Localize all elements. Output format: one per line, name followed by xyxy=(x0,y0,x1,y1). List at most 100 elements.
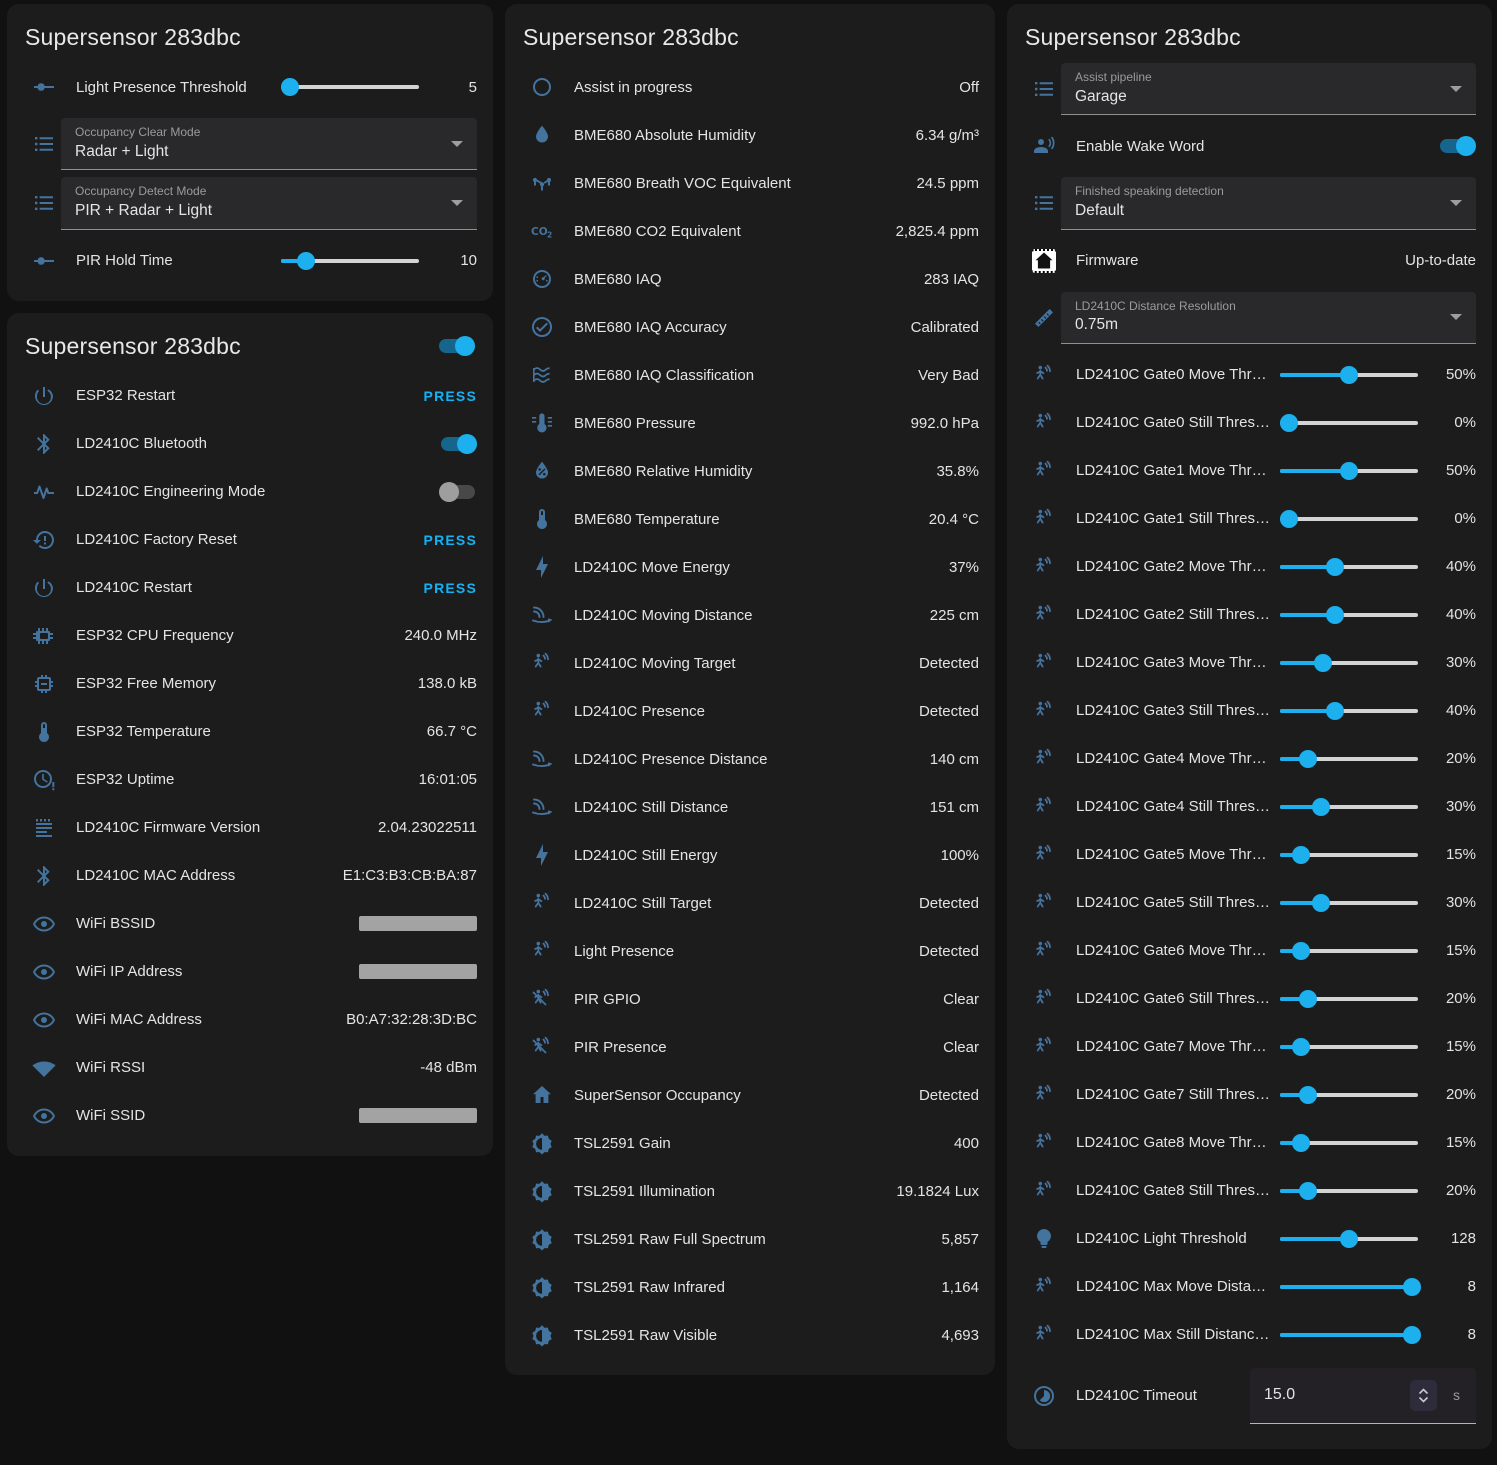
slider[interactable] xyxy=(281,77,419,97)
entity-name[interactable]: WiFi BSSID xyxy=(76,915,347,932)
entity-name[interactable]: LD2410C Gate3 Move Thr… xyxy=(1076,654,1272,671)
slider[interactable] xyxy=(1280,1133,1418,1153)
entity-name[interactable]: TSL2591 Raw Visible xyxy=(574,1327,929,1344)
entity-name[interactable]: TSL2591 Raw Full Spectrum xyxy=(574,1231,929,1248)
chevron-down-icon[interactable] xyxy=(1450,314,1462,320)
entity-name[interactable]: LD2410C Gate2 Still Thres… xyxy=(1076,606,1272,623)
slider[interactable] xyxy=(281,251,419,271)
press-button[interactable]: PRESS xyxy=(424,532,477,548)
slider[interactable] xyxy=(1280,941,1418,961)
entity-name[interactable]: Light Presence xyxy=(574,943,907,960)
slider[interactable] xyxy=(1280,605,1418,625)
entity-name[interactable]: LD2410C Restart xyxy=(76,579,424,596)
entity-name[interactable]: LD2410C Light Threshold xyxy=(1076,1230,1272,1247)
entity-name[interactable]: LD2410C Gate7 Still Thres… xyxy=(1076,1086,1272,1103)
entity-name[interactable]: LD2410C Gate0 Still Thres… xyxy=(1076,414,1272,431)
entity-name[interactable]: ESP32 Restart xyxy=(76,387,424,404)
chevron-down-icon[interactable] xyxy=(1450,86,1462,92)
entity-name[interactable]: LD2410C Still Target xyxy=(574,895,907,912)
entity-name[interactable]: WiFi IP Address xyxy=(76,963,347,980)
entity-name[interactable]: LD2410C Move Energy xyxy=(574,559,937,576)
entity-name[interactable]: LD2410C Presence xyxy=(574,703,907,720)
entity-name[interactable]: LD2410C Gate4 Still Thres… xyxy=(1076,798,1272,815)
slider[interactable] xyxy=(1280,509,1418,529)
entity-toggle[interactable] xyxy=(1438,136,1476,156)
slider[interactable] xyxy=(1280,1325,1418,1345)
stepper[interactable] xyxy=(1410,1380,1437,1411)
entity-name[interactable]: BME680 IAQ xyxy=(574,271,912,288)
slider[interactable] xyxy=(1280,1277,1418,1297)
entity-name[interactable]: LD2410C Timeout xyxy=(1076,1387,1250,1404)
entity-name[interactable]: LD2410C Gate4 Move Thr… xyxy=(1076,750,1272,767)
entity-name[interactable]: ESP32 Free Memory xyxy=(76,675,406,692)
chevron-down-icon[interactable] xyxy=(451,141,463,147)
entity-name[interactable]: PIR Hold Time xyxy=(76,252,273,269)
entity-name[interactable]: LD2410C Bluetooth xyxy=(76,435,439,452)
select-field[interactable]: Assist pipelineGarage xyxy=(1061,63,1476,115)
number-field[interactable]: 15.0s xyxy=(1250,1368,1476,1424)
entity-name[interactable]: LD2410C Gate7 Move Thr… xyxy=(1076,1038,1272,1055)
entity-name[interactable]: BME680 Relative Humidity xyxy=(574,463,924,480)
entity-name[interactable]: Light Presence Threshold xyxy=(76,79,273,96)
press-button[interactable]: PRESS xyxy=(424,580,477,596)
select-field[interactable]: Occupancy Detect ModePIR + Radar + Light xyxy=(61,177,477,229)
slider[interactable] xyxy=(1280,1181,1418,1201)
entity-name[interactable]: LD2410C Max Move Dista… xyxy=(1076,1278,1272,1295)
entity-name[interactable]: LD2410C Gate3 Still Thres… xyxy=(1076,702,1272,719)
entity-name[interactable]: BME680 IAQ Classification xyxy=(574,367,906,384)
card-power-toggle[interactable] xyxy=(437,336,475,356)
slider[interactable] xyxy=(1280,1229,1418,1249)
entity-name[interactable]: WiFi MAC Address xyxy=(76,1011,334,1028)
slider[interactable] xyxy=(1280,413,1418,433)
select-field[interactable]: LD2410C Distance Resolution0.75m xyxy=(1061,292,1476,344)
entity-name[interactable]: LD2410C Gate0 Move Thr… xyxy=(1076,366,1272,383)
entity-name[interactable]: PIR Presence xyxy=(574,1039,931,1056)
entity-name[interactable]: LD2410C Presence Distance xyxy=(574,751,918,768)
slider[interactable] xyxy=(1280,461,1418,481)
entity-name[interactable]: Enable Wake Word xyxy=(1076,138,1438,155)
entity-name[interactable]: TSL2591 Gain xyxy=(574,1135,942,1152)
select-field[interactable]: Finished speaking detectionDefault xyxy=(1061,177,1476,229)
slider[interactable] xyxy=(1280,989,1418,1009)
entity-name[interactable]: LD2410C Gate6 Still Thres… xyxy=(1076,990,1272,1007)
slider[interactable] xyxy=(1280,893,1418,913)
entity-name[interactable]: WiFi RSSI xyxy=(76,1059,408,1076)
select-field[interactable]: Occupancy Clear ModeRadar + Light xyxy=(61,118,477,170)
slider[interactable] xyxy=(1280,845,1418,865)
entity-name[interactable]: LD2410C Factory Reset xyxy=(76,531,424,548)
chevron-down-icon[interactable] xyxy=(1450,200,1462,206)
entity-name[interactable]: TSL2591 Raw Infrared xyxy=(574,1279,929,1296)
entity-name[interactable]: LD2410C Still Distance xyxy=(574,799,918,816)
entity-name[interactable]: BME680 Temperature xyxy=(574,511,917,528)
entity-name[interactable]: LD2410C Gate5 Move Thr… xyxy=(1076,846,1272,863)
entity-name[interactable]: BME680 Absolute Humidity xyxy=(574,127,904,144)
entity-name[interactable]: BME680 IAQ Accuracy xyxy=(574,319,899,336)
entity-name[interactable]: LD2410C Gate6 Move Thr… xyxy=(1076,942,1272,959)
number-input-value[interactable]: 15.0 xyxy=(1264,1386,1410,1404)
slider[interactable] xyxy=(1280,365,1418,385)
chevron-down-icon[interactable] xyxy=(451,200,463,206)
entity-name[interactable]: LD2410C Gate5 Still Thres… xyxy=(1076,894,1272,911)
entity-name[interactable]: PIR GPIO xyxy=(574,991,931,1008)
slider[interactable] xyxy=(1280,1037,1418,1057)
entity-name[interactable]: ESP32 Temperature xyxy=(76,723,415,740)
entity-name[interactable]: LD2410C Max Still Distanc… xyxy=(1076,1326,1272,1343)
entity-name[interactable]: LD2410C Moving Distance xyxy=(574,607,918,624)
entity-name[interactable]: TSL2591 Illumination xyxy=(574,1183,884,1200)
entity-name[interactable]: SuperSensor Occupancy xyxy=(574,1087,907,1104)
entity-name[interactable]: LD2410C Gate1 Still Thres… xyxy=(1076,510,1272,527)
press-button[interactable]: PRESS xyxy=(424,388,477,404)
entity-name[interactable]: Firmware xyxy=(1076,252,1393,269)
entity-name[interactable]: ESP32 CPU Frequency xyxy=(76,627,392,644)
entity-name[interactable]: LD2410C Gate2 Move Thr… xyxy=(1076,558,1272,575)
entity-name[interactable]: Assist in progress xyxy=(574,79,947,96)
entity-name[interactable]: ESP32 Uptime xyxy=(76,771,407,788)
entity-toggle[interactable] xyxy=(439,434,477,454)
slider[interactable] xyxy=(1280,749,1418,769)
entity-toggle[interactable] xyxy=(439,482,477,502)
slider[interactable] xyxy=(1280,557,1418,577)
slider[interactable] xyxy=(1280,797,1418,817)
entity-name[interactable]: LD2410C Still Energy xyxy=(574,847,929,864)
entity-name[interactable]: LD2410C Engineering Mode xyxy=(76,483,439,500)
entity-name[interactable]: BME680 Pressure xyxy=(574,415,899,432)
